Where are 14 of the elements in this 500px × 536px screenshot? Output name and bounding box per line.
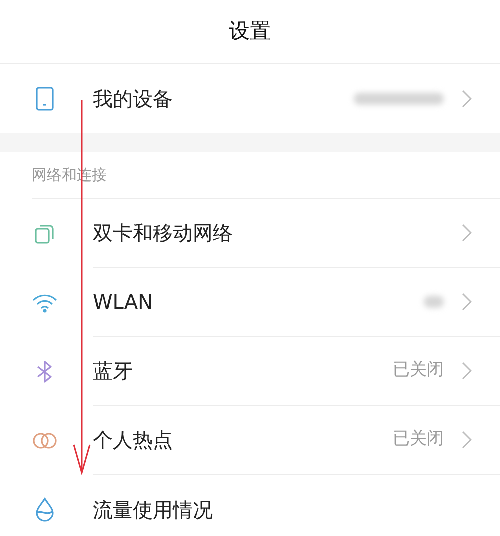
row-label: 个人热点	[93, 427, 174, 454]
row-value: 已关闭	[393, 359, 444, 382]
water-drop-icon	[34, 496, 56, 522]
phone-icon	[34, 86, 54, 112]
wifi-icon	[32, 292, 58, 312]
row-label: WLAN	[93, 289, 154, 316]
row-label: 蓝牙	[93, 358, 134, 385]
rings-icon	[32, 430, 58, 450]
row-value: 已关闭	[393, 428, 444, 452]
bluetooth-icon	[34, 360, 54, 384]
row-label: 双卡和移动网络	[93, 220, 234, 247]
row-label: 我的设备	[93, 86, 174, 112]
row-label: 流量使用情况	[93, 496, 214, 524]
page-title: 设置	[229, 18, 271, 45]
